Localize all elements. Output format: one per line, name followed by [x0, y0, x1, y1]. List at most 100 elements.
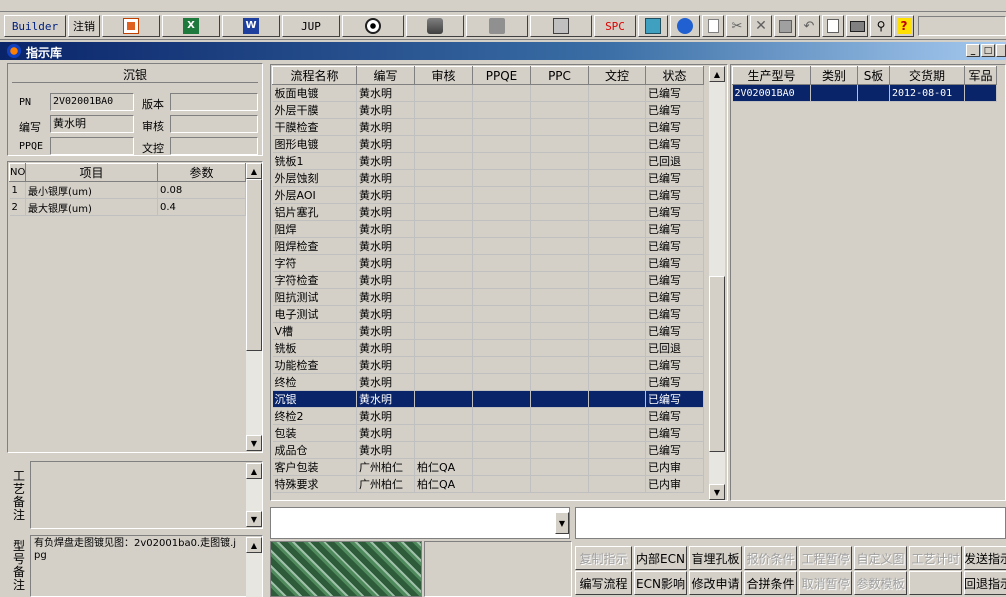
- jup-button[interactable]: JUP: [282, 15, 340, 37]
- table-row[interactable]: 外层AOI 黄水明 已编写: [272, 186, 704, 204]
- scroll-up-icon[interactable]: ▲: [709, 66, 725, 82]
- scroll-up-icon[interactable]: ▲: [246, 463, 262, 479]
- table-row[interactable]: 1 最小银厚(um) 0.08: [9, 181, 246, 199]
- process-header-name[interactable]: 流程名称: [272, 66, 357, 85]
- ppqe-field[interactable]: [50, 137, 134, 155]
- undo-icon[interactable]: ↶: [798, 15, 820, 37]
- action-button[interactable]: 盲埋孔板: [689, 546, 742, 570]
- review-field[interactable]: [170, 115, 258, 133]
- scroll-up-icon[interactable]: ▲: [246, 537, 262, 553]
- table-row[interactable]: 阻焊 黄水明 已编写: [272, 220, 704, 238]
- writer-field[interactable]: 黄水明: [50, 115, 134, 133]
- doc-control-field[interactable]: [170, 137, 258, 155]
- scroll-down-icon[interactable]: ▼: [709, 484, 725, 500]
- minimize-button[interactable]: _: [966, 44, 980, 57]
- ie-icon[interactable]: [670, 15, 700, 37]
- params-header-value[interactable]: 参数: [157, 163, 246, 182]
- preview-icon[interactable]: [822, 15, 844, 37]
- process-scrollbar[interactable]: ▲ ▼: [709, 66, 725, 500]
- table-row[interactable]: 包装 黄水明 已编写: [272, 424, 704, 442]
- bottom-text-field[interactable]: [575, 507, 1006, 539]
- table-row[interactable]: 成品仓 黄水明 已编写: [272, 441, 704, 459]
- table-row[interactable]: 沉银 黄水明 已编写: [272, 390, 704, 408]
- craft-note-box[interactable]: ▲ ▼: [30, 461, 263, 529]
- table-row[interactable]: V槽 黄水明 已编写: [272, 322, 704, 340]
- craft-note-scrollbar[interactable]: ▲ ▼: [246, 463, 262, 527]
- action-button[interactable]: 合拼条件: [744, 571, 797, 595]
- scroll-up-icon[interactable]: ▲: [246, 163, 262, 179]
- table-row[interactable]: 外层干膜 黄水明 已编写: [272, 101, 704, 119]
- toolbar-combo[interactable]: [918, 16, 1006, 36]
- model-note-scrollbar[interactable]: ▲: [246, 537, 262, 597]
- params-scrollbar[interactable]: ▲ ▼: [246, 163, 262, 451]
- tools-icon[interactable]: [466, 15, 528, 37]
- help-icon[interactable]: ?: [894, 15, 914, 37]
- table-row[interactable]: 阻焊检查 黄水明 已编写: [272, 237, 704, 255]
- find-icon[interactable]: ⚲: [870, 15, 892, 37]
- process-header-status[interactable]: 状态: [645, 66, 704, 85]
- action-button[interactable]: 参数模板: [854, 571, 907, 595]
- eye-icon[interactable]: [342, 15, 404, 37]
- bottom-combo[interactable]: ▼: [270, 507, 570, 539]
- chevron-down-icon[interactable]: ▼: [555, 512, 569, 534]
- params-header-item[interactable]: 项目: [25, 163, 158, 182]
- logout-button[interactable]: 注销: [68, 15, 100, 37]
- computer-icon[interactable]: [530, 15, 592, 37]
- close-button[interactable]: [996, 44, 1006, 57]
- table-row[interactable]: 2V02001BA0 2012-08-01: [732, 84, 997, 102]
- table-row[interactable]: 客户包装 广州柏仁 柏仁QA 已内审: [272, 458, 704, 476]
- action-button[interactable]: [909, 571, 962, 595]
- table-row[interactable]: 2 最大银厚(um) 0.4: [9, 198, 246, 216]
- maximize-button[interactable]: □: [981, 44, 995, 57]
- calendar-icon[interactable]: [638, 15, 668, 37]
- action-button[interactable]: 内部ECN: [634, 546, 687, 570]
- process-header-ppc[interactable]: PPC: [530, 66, 589, 85]
- action-button[interactable]: 编写流程: [575, 571, 632, 595]
- action-button[interactable]: 复制指示: [575, 546, 632, 570]
- table-row[interactable]: 干膜检查 黄水明 已编写: [272, 118, 704, 136]
- ppt-icon[interactable]: [102, 15, 160, 37]
- action-button[interactable]: 取消暂停: [799, 571, 852, 595]
- save-icon[interactable]: [774, 15, 796, 37]
- process-header-writer[interactable]: 编写: [356, 66, 415, 85]
- orders-header-delivery[interactable]: 交货期: [889, 66, 965, 85]
- orders-header-type[interactable]: 类别: [810, 66, 858, 85]
- action-button[interactable]: ECN影响: [634, 571, 687, 595]
- process-header-ppqe[interactable]: PPQE: [472, 66, 531, 85]
- table-row[interactable]: 外层蚀刻 黄水明 已编写: [272, 169, 704, 187]
- spc-button[interactable]: SPC: [594, 15, 636, 37]
- table-row[interactable]: 板面电镀 黄水明 已编写: [272, 84, 704, 102]
- database-icon[interactable]: [406, 15, 464, 37]
- scroll-down-icon[interactable]: ▼: [246, 435, 262, 451]
- pn-field[interactable]: 2V02001BA0: [50, 93, 134, 111]
- orders-header-military[interactable]: 军品: [964, 66, 997, 85]
- action-button[interactable]: 回退指示: [964, 571, 1006, 595]
- params-header-no[interactable]: NO: [9, 163, 26, 182]
- orders-header-model[interactable]: 生产型号: [732, 66, 811, 85]
- new-file-icon[interactable]: [702, 15, 724, 37]
- scroll-down-icon[interactable]: ▼: [246, 511, 262, 527]
- table-row[interactable]: 终检2 黄水明 已编写: [272, 407, 704, 425]
- word-icon[interactable]: W: [222, 15, 280, 37]
- table-row[interactable]: 铣板1 黄水明 已回退: [272, 152, 704, 170]
- scroll-thumb[interactable]: [709, 276, 725, 452]
- table-row[interactable]: 功能检查 黄水明 已编写: [272, 356, 704, 374]
- action-button[interactable]: 工艺计时: [909, 546, 962, 570]
- excel-icon[interactable]: X: [162, 15, 220, 37]
- table-row[interactable]: 铝片塞孔 黄水明 已编写: [272, 203, 704, 221]
- orders-header-sboard[interactable]: S板: [857, 66, 890, 85]
- table-row[interactable]: 字符 黄水明 已编写: [272, 254, 704, 272]
- action-button[interactable]: 自定义图: [854, 546, 907, 570]
- scroll-thumb[interactable]: [246, 179, 262, 351]
- process-header-review[interactable]: 审核: [414, 66, 473, 85]
- model-note-box[interactable]: 有负焊盘走图镀见图：2v02001ba0.走图镀.jpg ▲: [30, 535, 263, 597]
- table-row[interactable]: 阻抗测试 黄水明 已编写: [272, 288, 704, 306]
- action-button[interactable]: 修改申请: [689, 571, 742, 595]
- action-button[interactable]: 工程暂停: [799, 546, 852, 570]
- version-field[interactable]: [170, 93, 258, 111]
- table-row[interactable]: 铣板 黄水明 已回退: [272, 339, 704, 357]
- action-button[interactable]: 报价条件: [744, 546, 797, 570]
- action-button[interactable]: 发送指示: [964, 546, 1006, 570]
- table-row[interactable]: 电子测试 黄水明 已编写: [272, 305, 704, 323]
- print-icon[interactable]: [846, 15, 868, 37]
